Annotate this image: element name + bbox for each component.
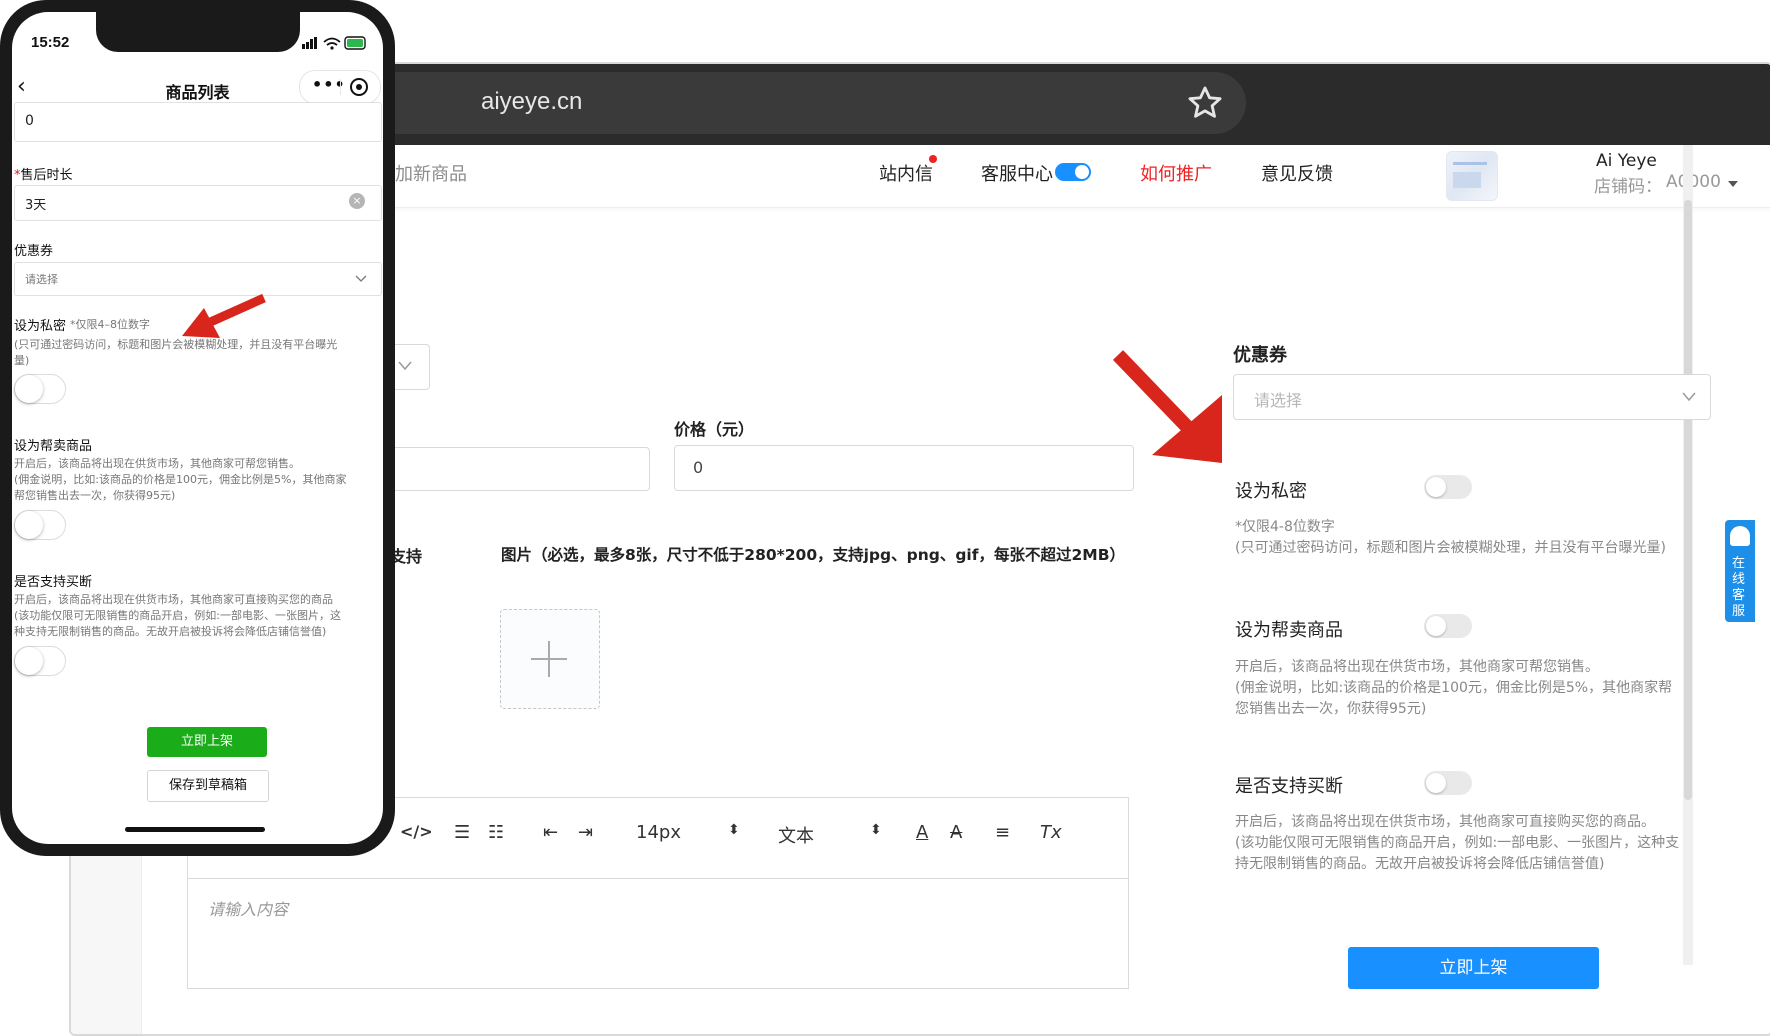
chevron-down-icon bbox=[1682, 392, 1696, 402]
private-help: (只可通过密码访问，标题和图片会被模糊处理，并且没有平台曝光量) bbox=[1235, 540, 1666, 556]
phone-private-help-1: (只可通过密码访问，标题和图片会被模糊处理，并且没有平台曝光 bbox=[14, 338, 338, 351]
buyout-toggle[interactable] bbox=[1424, 771, 1472, 795]
phone-top-input-value: 0 bbox=[25, 113, 34, 129]
sort-icon[interactable]: ⬍ bbox=[870, 822, 882, 838]
coupon-placeholder: 请选择 bbox=[1254, 391, 1303, 410]
phone-after-sale-label: *售后时长 bbox=[14, 168, 73, 183]
private-note: *仅限4-8位数字 bbox=[1235, 519, 1335, 535]
phone-private-toggle[interactable] bbox=[14, 374, 66, 404]
resell-toggle[interactable] bbox=[1424, 614, 1472, 638]
url-text: aiyeye.cn bbox=[481, 88, 583, 115]
chevron-down-icon bbox=[398, 361, 412, 371]
phone-private-label: 设为私密 bbox=[14, 319, 67, 334]
phone-buyout-help-1: 开启后，该商品将出现在供货市场，其他商家可直接购买您的商品 bbox=[14, 593, 333, 606]
phone-resell-help-2: (佣金说明，比如:该商品的价格是100元，佣金比例是5%，其他商家 bbox=[14, 473, 347, 486]
nav-feedback[interactable]: 意见反馈 bbox=[1261, 160, 1333, 186]
clear-icon[interactable]: × bbox=[349, 193, 365, 209]
buyout-label: 是否支持买断 bbox=[1235, 776, 1343, 797]
private-label: 设为私密 bbox=[1235, 481, 1307, 502]
nav-messages[interactable]: 站内信 bbox=[879, 160, 933, 186]
user-name[interactable]: Ai Yeye bbox=[1596, 151, 1657, 171]
online-service-tab[interactable]: 在线客服 bbox=[1725, 520, 1755, 622]
phone-screen: 15:52 ‹ 商品列表 ••• 0 *售后时长 3天 × 优惠券 请选择 设为… bbox=[12, 12, 383, 844]
nav-how-to-promote[interactable]: 如何推广 bbox=[1140, 160, 1212, 186]
phone-buyout-label: 是否支持买断 bbox=[14, 575, 93, 590]
status-icons bbox=[302, 36, 366, 50]
outdent-icon[interactable]: ⇤ bbox=[543, 822, 558, 843]
phone-publish-button[interactable]: 立即上架 bbox=[147, 727, 267, 757]
store-code-label: 店铺码： bbox=[1594, 177, 1662, 197]
phone-buyout-help-3: 种支持无限制销售的商品。无故开启被投诉将会降低店铺信誉值) bbox=[14, 625, 327, 638]
phone-resell-label: 设为帮卖商品 bbox=[14, 439, 93, 454]
align-icon[interactable]: ≡ bbox=[995, 822, 1010, 843]
avatar[interactable] bbox=[1446, 151, 1498, 201]
background-color-icon[interactable]: A bbox=[950, 822, 962, 843]
resell-label: 设为帮卖商品 bbox=[1235, 620, 1343, 641]
store-code: A0000 bbox=[1666, 172, 1721, 192]
phone-resell-help-3: 帮您销售出去一次，你获得95元) bbox=[14, 489, 176, 502]
record-icon[interactable] bbox=[350, 78, 368, 96]
service-center-toggle[interactable] bbox=[1055, 163, 1091, 181]
price-input-value: 0 bbox=[693, 458, 704, 477]
code-icon[interactable]: </> bbox=[400, 822, 433, 841]
home-indicator bbox=[125, 827, 265, 832]
font-color-icon[interactable]: A bbox=[916, 822, 928, 843]
font-size-select[interactable]: 14px bbox=[636, 822, 681, 843]
unread-dot bbox=[929, 155, 937, 163]
nav-service-center: 客服中心 bbox=[981, 164, 1053, 185]
bell-icon bbox=[1730, 526, 1750, 546]
phone-resell-help-1: 开启后，该商品将出现在供货市场，其他商家可帮您销售。 bbox=[14, 457, 300, 470]
buyout-help-1: 开启后，该商品将出现在供货市场，其他商家可直接购买您的商品。 bbox=[1235, 814, 1655, 830]
images-label: 图片（必选，最多8张，尺寸不低于280*200，支持jpg、png、gif，每张… bbox=[501, 546, 1126, 564]
price-label: 价格（元） bbox=[674, 420, 755, 439]
phone-private-help-2: 量) bbox=[14, 354, 30, 367]
star-icon[interactable] bbox=[1186, 84, 1224, 122]
nav-add-product[interactable]: 加新商品 bbox=[395, 160, 467, 186]
price-input[interactable]: 0 bbox=[674, 445, 1134, 491]
annotation-arrow bbox=[1112, 350, 1222, 463]
mini-program-capsule[interactable]: ••• bbox=[299, 70, 381, 104]
phone-time: 15:52 bbox=[31, 34, 70, 51]
resell-help-3: 您销售出去一次，你获得95元) bbox=[1235, 701, 1427, 717]
page-scrollbar-thumb[interactable] bbox=[1684, 200, 1692, 800]
phone-after-sale-value: 3天 bbox=[25, 198, 47, 213]
block-type-select[interactable]: 文本 bbox=[778, 822, 814, 848]
publish-button[interactable]: 立即上架 bbox=[1348, 947, 1599, 989]
phone-coupon-label: 优惠券 bbox=[14, 244, 54, 259]
bullet-list-icon[interactable]: ☷ bbox=[488, 822, 504, 843]
phone-save-draft-button[interactable]: 保存到草稿箱 bbox=[147, 770, 269, 802]
phone-after-sale-input[interactable]: 3天 × bbox=[14, 185, 382, 221]
resell-help-2: (佣金说明，比如:该商品的价格是100元，佣金比例是5%，其他商家帮 bbox=[1235, 680, 1673, 696]
indent-icon[interactable]: ⇥ bbox=[578, 822, 593, 843]
resell-help-1: 开启后，该商品将出现在供货市场，其他商家可帮您销售。 bbox=[1235, 659, 1599, 675]
coupon-label: 优惠券 bbox=[1233, 345, 1287, 366]
phone-frame: 15:52 ‹ 商品列表 ••• 0 *售后时长 3天 × 优惠券 请选择 设为… bbox=[0, 0, 395, 856]
annotation-arrow bbox=[182, 293, 266, 338]
phone-coupon-placeholder: 请选择 bbox=[25, 273, 58, 286]
phone-buyout-toggle[interactable] bbox=[14, 646, 66, 676]
phone-buyout-help-2: (该功能仅限可无限销售的商品开启，例如:一部电影、一张图片，这 bbox=[14, 609, 341, 622]
clear-format-icon[interactable]: Tx bbox=[1040, 822, 1062, 843]
online-service-label: 在线客服 bbox=[1732, 556, 1746, 619]
chevron-down-icon bbox=[355, 275, 367, 282]
coupon-select[interactable]: 请选择 bbox=[1233, 374, 1711, 420]
editor-placeholder[interactable]: 请输入内容 bbox=[208, 896, 288, 920]
ordered-list-icon[interactable]: ☰ bbox=[454, 822, 470, 843]
image-upload-button[interactable] bbox=[500, 609, 600, 709]
phone-notch bbox=[96, 12, 300, 52]
private-toggle[interactable] bbox=[1424, 475, 1472, 499]
buyout-help-2: (该功能仅限可无限销售的商品开启，例如:一部电影、一张图片，这种支 bbox=[1235, 835, 1680, 851]
buyout-help-3: 持无限制销售的商品。无故开启被投诉将会降低店铺信誉值) bbox=[1235, 856, 1605, 872]
address-bar[interactable]: aiyeye.cn bbox=[366, 72, 1246, 134]
phone-resell-toggle[interactable] bbox=[14, 510, 66, 540]
chevron-down-icon[interactable] bbox=[1727, 180, 1739, 188]
phone-private-note: *仅限4–8位数字 bbox=[70, 318, 150, 331]
phone-top-input[interactable]: 0 bbox=[14, 102, 382, 142]
sort-icon[interactable]: ⬍ bbox=[728, 822, 740, 838]
